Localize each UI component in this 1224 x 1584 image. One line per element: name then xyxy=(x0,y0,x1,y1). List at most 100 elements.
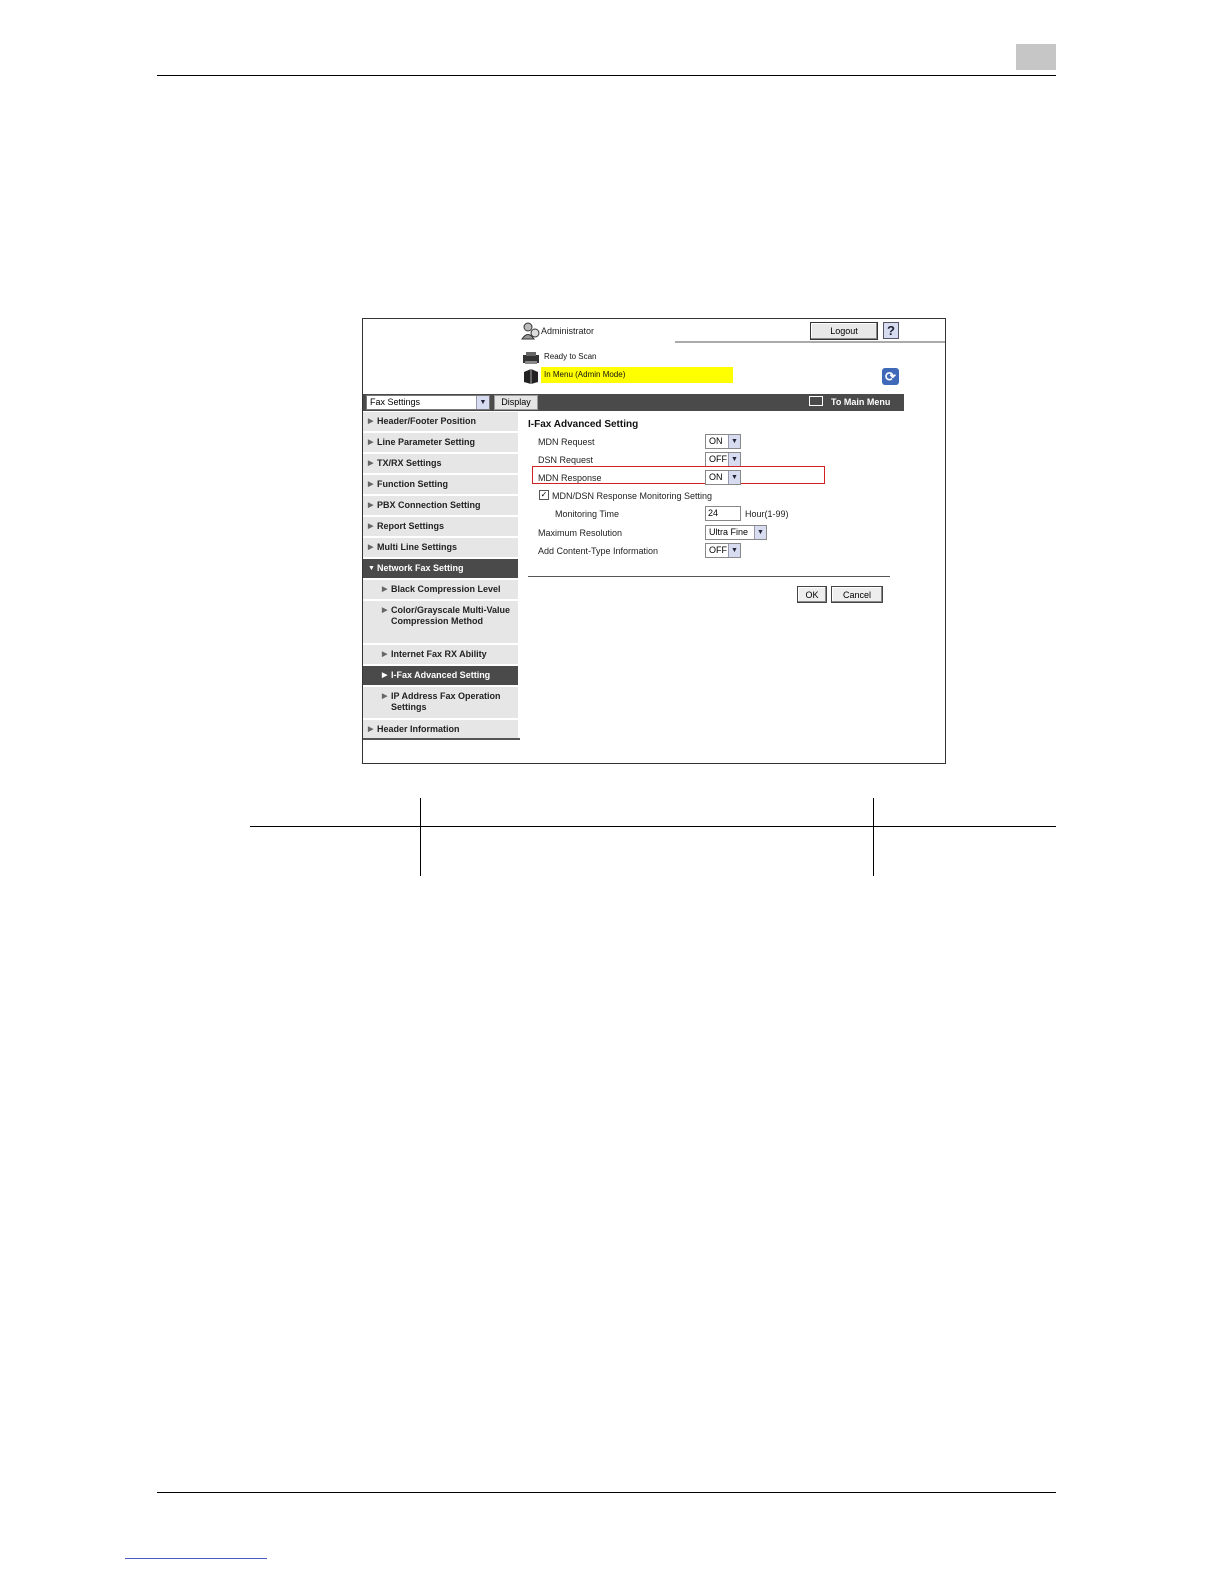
triangle-right-icon: ▶ xyxy=(368,523,374,530)
admin-divider xyxy=(675,341,945,343)
mdn-response-row: MDN Response ON ▼ xyxy=(538,470,898,486)
triangle-right-icon: ▶ xyxy=(382,672,388,679)
sidebar-subitem-i-fax-advanced-setting[interactable]: ▶ I-Fax Advanced Setting xyxy=(363,666,518,687)
mdn-request-value: ON xyxy=(709,436,723,446)
sidebar-item-label: Line Parameter Setting xyxy=(377,437,476,447)
category-select[interactable]: Fax Settings ▼ xyxy=(366,395,490,410)
table-frame xyxy=(250,798,1056,876)
sidebar-item-label: PBX Connection Setting xyxy=(377,500,481,510)
page-tab-marker xyxy=(1016,44,1056,70)
form-divider xyxy=(528,576,890,577)
main-menu-icon xyxy=(809,396,823,406)
table-column-divider xyxy=(420,798,421,876)
max-resolution-select[interactable]: Ultra Fine ▼ xyxy=(705,525,767,540)
chevron-down-icon: ▼ xyxy=(728,544,740,557)
mdn-request-select[interactable]: ON ▼ xyxy=(705,434,741,449)
dsn-request-label: DSN Request xyxy=(538,455,594,465)
chevron-down-icon: ▼ xyxy=(728,471,740,484)
chevron-down-icon: ▼ xyxy=(728,435,740,448)
mode-status-row: In Menu (Admin Mode) xyxy=(519,367,879,385)
device-status-row: Ready to Scan xyxy=(519,349,879,367)
sidebar-item-pbx-connection-setting[interactable]: ▶ PBX Connection Setting xyxy=(363,496,518,517)
triangle-right-icon: ▶ xyxy=(368,544,374,551)
to-main-menu-link[interactable]: To Main Menu xyxy=(809,395,890,410)
content-type-select[interactable]: OFF ▼ xyxy=(705,543,741,558)
mode-status-text: In Menu (Admin Mode) xyxy=(544,370,626,379)
logout-button[interactable]: Logout xyxy=(810,322,878,340)
display-button[interactable]: Display xyxy=(494,395,538,410)
footer-link-underline xyxy=(125,1558,267,1559)
mdn-response-value: ON xyxy=(709,472,723,482)
chevron-down-icon: ▼ xyxy=(754,526,766,539)
table-header-rule xyxy=(250,826,1056,827)
sidebar-item-header-footer-position[interactable]: ▶ Header/Footer Position xyxy=(363,412,518,433)
triangle-right-icon: ▶ xyxy=(368,418,374,425)
monitoring-setting-row: ✓ MDN/DSN Response Monitoring Setting xyxy=(538,488,898,504)
sidebar-item-label: Multi Line Settings xyxy=(377,542,457,552)
administrator-icon xyxy=(521,322,540,340)
sidebar-item-label: TX/RX Settings xyxy=(377,458,442,468)
monitoring-checkbox[interactable]: ✓ xyxy=(539,490,549,500)
max-resolution-label: Maximum Resolution xyxy=(538,528,623,538)
triangle-right-icon: ▶ xyxy=(382,651,388,658)
ok-button[interactable]: OK xyxy=(797,586,827,603)
triangle-right-icon: ▶ xyxy=(368,481,374,488)
refresh-icon[interactable]: ⟳ xyxy=(882,368,899,385)
triangle-down-icon: ▼ xyxy=(368,565,375,572)
monitoring-setting-label: MDN/DSN Response Monitoring Setting xyxy=(552,491,713,501)
content-type-label: Add Content-Type Information xyxy=(538,546,659,556)
max-resolution-value: Ultra Fine xyxy=(709,527,749,537)
monitoring-time-label: Monitoring Time xyxy=(555,509,620,519)
triangle-right-icon: ▶ xyxy=(368,726,374,733)
monitoring-time-unit: Hour(1-99) xyxy=(745,509,789,519)
mdn-response-select[interactable]: ON ▼ xyxy=(705,470,741,485)
triangle-right-icon: ▶ xyxy=(368,439,374,446)
sidebar-item-label: Black Compression Level xyxy=(391,584,501,594)
page-title: I-Fax Advanced Setting xyxy=(528,419,639,430)
printer-icon xyxy=(523,352,539,364)
sidebar-item-label: Report Settings xyxy=(377,521,445,531)
footer-rule xyxy=(157,1492,1056,1493)
dsn-request-select[interactable]: OFF ▼ xyxy=(705,452,741,467)
sidebar-item-line-parameter-setting[interactable]: ▶ Line Parameter Setting xyxy=(363,433,518,454)
sidebar-item-network-fax-setting[interactable]: ▼ Network Fax Setting xyxy=(363,559,518,580)
mdn-response-label: MDN Response xyxy=(538,473,602,483)
sidebar-item-label: Internet Fax RX Ability xyxy=(391,649,487,659)
max-resolution-row: Maximum Resolution Ultra Fine ▼ xyxy=(538,525,898,541)
triangle-right-icon: ▶ xyxy=(382,607,388,614)
sidebar-item-function-setting[interactable]: ▶ Function Setting xyxy=(363,475,518,496)
category-select-value: Fax Settings xyxy=(370,397,421,407)
mdn-request-label: MDN Request xyxy=(538,437,595,447)
monitoring-time-input[interactable]: 24 xyxy=(705,506,741,521)
sidebar-item-label: Header Information xyxy=(377,724,460,734)
sidebar-item-label: Function Setting xyxy=(377,479,448,489)
triangle-right-icon: ▶ xyxy=(382,586,388,593)
sidebar-item-label: Header/Footer Position xyxy=(377,416,477,426)
triangle-right-icon: ▶ xyxy=(368,460,374,467)
chevron-down-icon: ▼ xyxy=(728,453,740,466)
content-type-value: OFF xyxy=(709,545,727,555)
chevron-down-icon: ▼ xyxy=(476,396,489,409)
sidebar-subitem-black-compression-level[interactable]: ▶ Black Compression Level xyxy=(363,580,518,601)
box-icon xyxy=(524,369,538,384)
sidebar-subitem-color-grayscale-compression[interactable]: ▶ Color/Grayscale Multi-Value Compression… xyxy=(363,601,518,645)
sidebar-item-report-settings[interactable]: ▶ Report Settings xyxy=(363,517,518,538)
monitoring-time-row: Monitoring Time 24 Hour(1-99) xyxy=(538,506,898,522)
dsn-request-value: OFF xyxy=(709,454,727,464)
sidebar-item-multi-line-settings[interactable]: ▶ Multi Line Settings xyxy=(363,538,518,559)
table-column-divider xyxy=(873,798,874,876)
sidebar-item-label: Color/Grayscale Multi-Value Compression … xyxy=(391,605,511,626)
sidebar-subitem-ip-address-fax-operation[interactable]: ▶ IP Address Fax Operation Settings xyxy=(363,687,518,720)
admin-bar: Administrator Logout ? xyxy=(519,320,945,344)
help-icon[interactable]: ? xyxy=(883,322,899,339)
cancel-button[interactable]: Cancel xyxy=(831,586,883,603)
content-type-row: Add Content-Type Information OFF ▼ xyxy=(538,543,898,559)
to-main-menu-label: To Main Menu xyxy=(831,397,891,407)
administrator-label: Administrator xyxy=(541,326,595,336)
triangle-right-icon: ▶ xyxy=(368,502,374,509)
device-status-text: Ready to Scan xyxy=(544,352,597,361)
sidebar-item-tx-rx-settings[interactable]: ▶ TX/RX Settings xyxy=(363,454,518,475)
sidebar-subitem-internet-fax-rx-ability[interactable]: ▶ Internet Fax RX Ability xyxy=(363,645,518,666)
triangle-right-icon: ▶ xyxy=(382,693,388,700)
nav-bar: Fax Settings ▼ Display To Main Menu xyxy=(363,394,904,411)
